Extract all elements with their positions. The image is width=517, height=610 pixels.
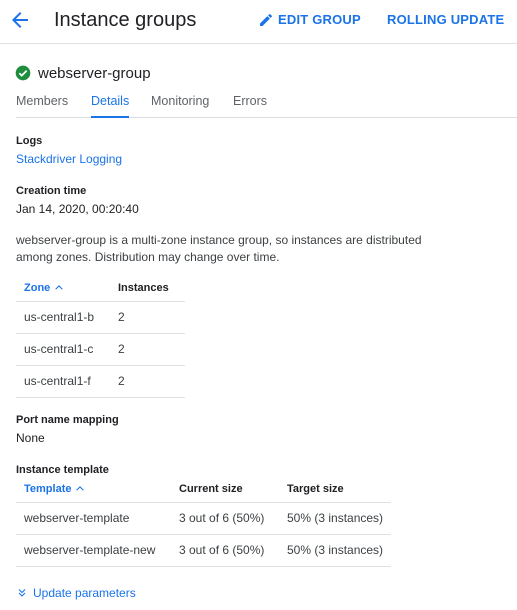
current-size-column-header: Current size xyxy=(171,477,279,503)
target-size-column-header: Target size xyxy=(279,477,391,503)
page-title: Instance groups xyxy=(54,9,197,31)
tab-details[interactable]: Details xyxy=(91,92,130,118)
logs-label: Logs xyxy=(16,135,43,147)
target-size-cell: 50% (3 instances) xyxy=(279,534,391,567)
current-size-cell: 3 out of 6 (50%) xyxy=(171,502,279,535)
edit-group-label: EDIT GROUP xyxy=(278,12,361,27)
tab-bar: Members Details Monitoring Errors xyxy=(16,92,517,118)
creation-time-label: Creation time xyxy=(16,185,87,197)
chevron-double-down-icon xyxy=(18,589,26,597)
zone-cell: us-central1-f xyxy=(16,365,110,398)
template-name-cell: webserver-template-new xyxy=(16,534,171,567)
group-name: webserver-group xyxy=(38,65,151,82)
template-table: Template Current size Target size webser… xyxy=(16,477,391,567)
port-mapping-label: Port name mapping xyxy=(16,414,119,426)
instances-cell: 2 xyxy=(110,301,185,334)
template-name-cell: webserver-template xyxy=(16,502,171,535)
zone-table-header: Zone Instances xyxy=(16,276,185,302)
table-row: webserver-template 3 out of 6 (50%) 50% … xyxy=(16,502,391,535)
creation-time-value: Jan 14, 2020, 00:20:40 xyxy=(16,202,139,216)
pencil-icon xyxy=(260,13,273,26)
top-bar: Instance groups EDIT GROUP ROLLING UPDAT… xyxy=(0,0,517,44)
tab-monitoring[interactable]: Monitoring xyxy=(151,92,209,118)
table-row: webserver-template-new 3 out of 6 (50%) … xyxy=(16,534,391,567)
zone-column-header[interactable]: Zone xyxy=(16,276,110,302)
target-size-cell: 50% (3 instances) xyxy=(279,502,391,535)
zone-cell: us-central1-b xyxy=(16,301,110,334)
stackdriver-logging-link[interactable]: Stackdriver Logging xyxy=(16,151,122,167)
zone-table: Zone Instances us-central1-b 2 us-centra… xyxy=(16,276,185,398)
back-arrow-icon[interactable] xyxy=(8,8,32,32)
sort-ascending-icon xyxy=(76,486,85,491)
zone-header-label: Zone xyxy=(24,282,51,295)
template-column-header[interactable]: Template xyxy=(16,477,171,503)
current-size-cell: 3 out of 6 (50%) xyxy=(171,534,279,567)
port-mapping-value: None xyxy=(16,431,45,445)
zone-cell: us-central1-c xyxy=(16,333,110,366)
tab-members[interactable]: Members xyxy=(16,92,68,118)
sort-ascending-icon xyxy=(55,285,63,290)
instances-cell: 2 xyxy=(110,333,185,366)
check-circle-icon xyxy=(15,65,31,81)
table-row: us-central1-f 2 xyxy=(16,365,185,398)
instances-cell: 2 xyxy=(110,365,185,398)
instances-column-header: Instances xyxy=(110,276,185,302)
tab-errors[interactable]: Errors xyxy=(233,92,267,118)
distribution-description: webserver-group is a multi-zone instance… xyxy=(16,233,422,264)
template-table-header: Template Current size Target size xyxy=(16,477,391,503)
instance-template-label: Instance template xyxy=(16,464,109,476)
rolling-update-button[interactable]: ROLLING UPDATE xyxy=(387,11,504,29)
table-row: us-central1-b 2 xyxy=(16,301,185,334)
table-row: us-central1-c 2 xyxy=(16,333,185,366)
template-header-label: Template xyxy=(24,483,72,496)
update-parameters-label: Update parameters xyxy=(33,586,136,600)
